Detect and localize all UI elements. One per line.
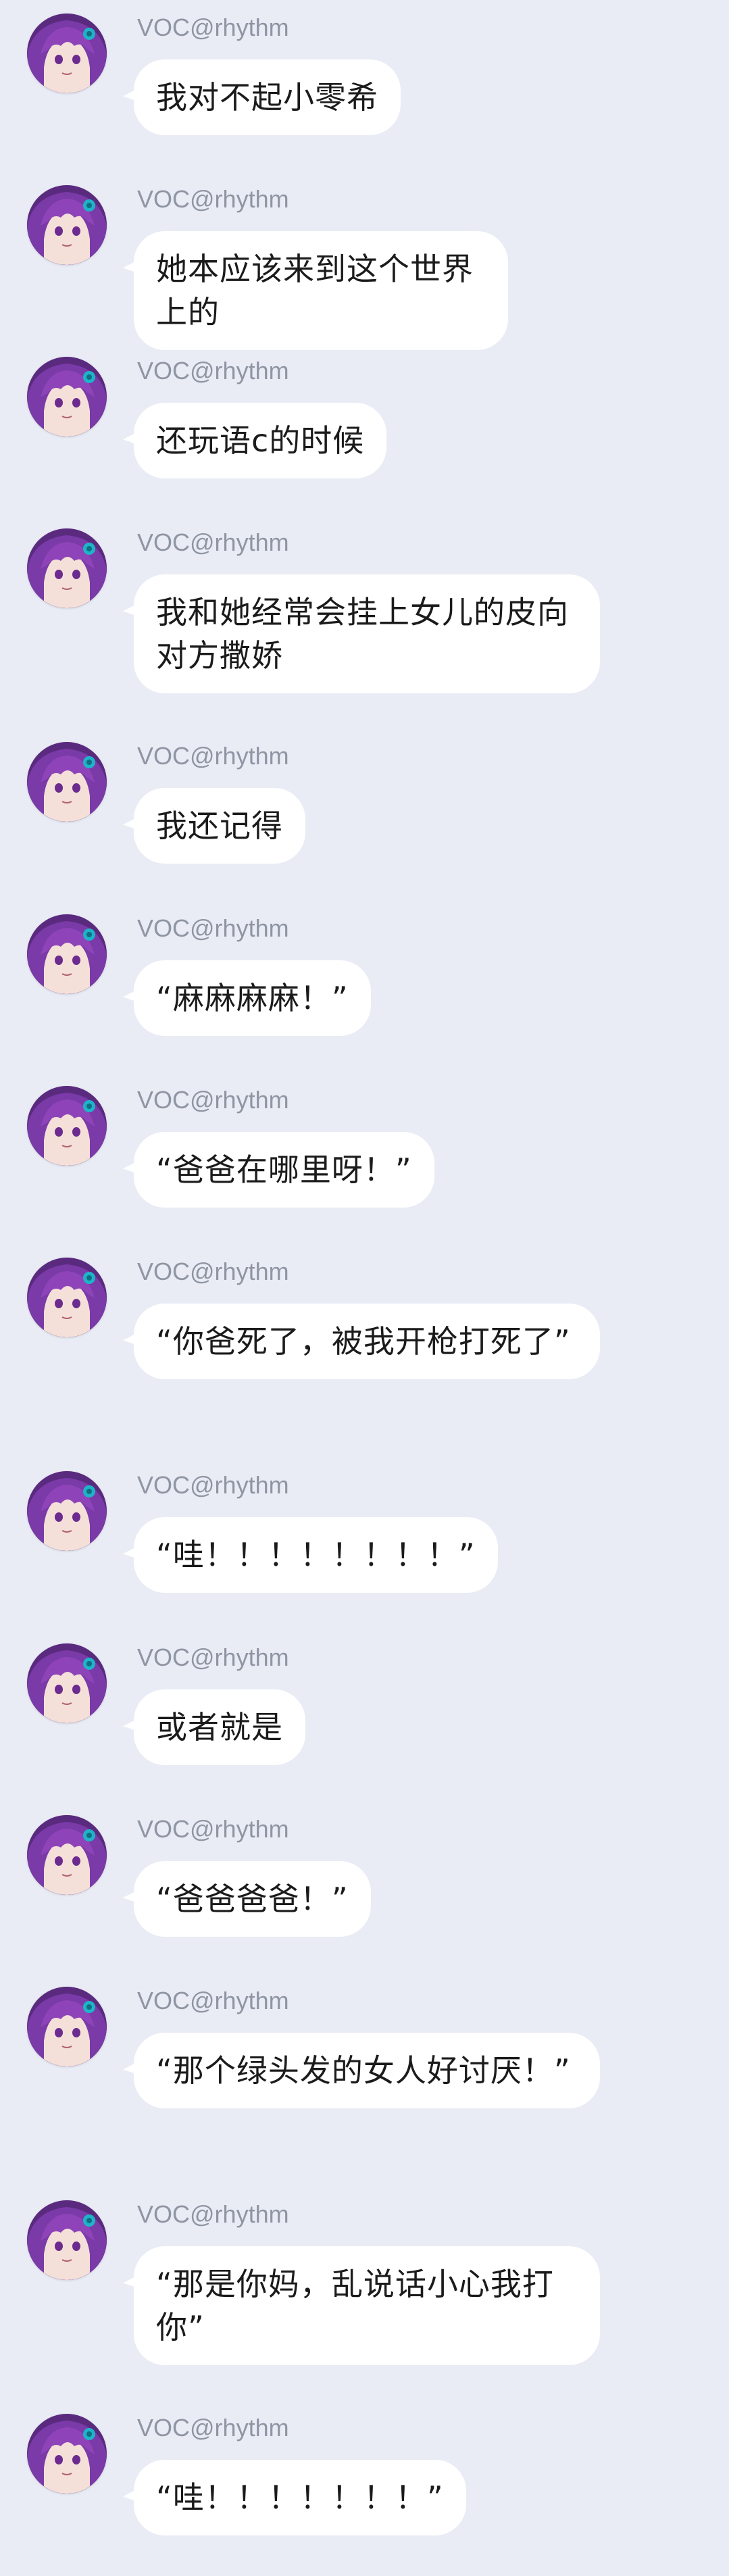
avatar-icon[interactable] (27, 2200, 107, 2280)
message-bubble[interactable]: 还玩语c的时候 (134, 403, 387, 478)
sender-name: VOC@rhythm (137, 528, 289, 556)
message-row: VOC@rhythm “爸爸在哪里呀！” (0, 1086, 729, 1248)
message-row: VOC@rhythm “麻麻麻麻！” (0, 914, 729, 1076)
sender-name: VOC@rhythm (137, 1815, 289, 1843)
message-bubble[interactable]: “那个绿头发的女人好讨厌！” (134, 2033, 600, 2108)
avatar-icon[interactable] (27, 2414, 107, 2494)
chat-message-list: VOC@rhythm 我对不起小零希 VOC@rhythm 她本应该来到这个世界上的 (0, 0, 729, 2556)
message-bubble[interactable]: 我还记得 (134, 788, 305, 864)
message-bubble[interactable]: 我和她经常会挂上女儿的皮向对方撒娇 (134, 574, 600, 693)
message-row: VOC@rhythm “你爸死了，被我开枪打死了” (0, 1258, 729, 1460)
avatar-icon[interactable] (27, 14, 107, 93)
avatar-icon[interactable] (27, 1471, 107, 1551)
avatar-icon[interactable] (27, 742, 107, 822)
sender-name: VOC@rhythm (137, 2414, 289, 2442)
sender-name: VOC@rhythm (137, 1086, 289, 1114)
sender-name: VOC@rhythm (137, 357, 289, 385)
avatar-icon[interactable] (27, 528, 107, 608)
message-row: VOC@rhythm 我还记得 (0, 742, 729, 904)
message-bubble[interactable]: “那是你妈，乱说话小心我打你” (134, 2246, 600, 2365)
message-bubble[interactable]: “哇！！！！！！！” (134, 2460, 466, 2535)
avatar-icon[interactable] (27, 1643, 107, 1723)
message-bubble[interactable]: “哇！！！！！！！！” (134, 1517, 498, 1593)
message-row: VOC@rhythm 她本应该来到这个世界上的 (0, 185, 729, 350)
message-row: VOC@rhythm 我对不起小零希 (0, 14, 729, 176)
avatar-icon[interactable] (27, 357, 107, 437)
message-bubble[interactable]: 或者就是 (134, 1689, 305, 1765)
message-row: VOC@rhythm 或者就是 (0, 1643, 729, 1806)
sender-name: VOC@rhythm (137, 742, 289, 770)
avatar-icon[interactable] (27, 1086, 107, 1166)
message-row: VOC@rhythm 我和她经常会挂上女儿的皮向对方撒娇 (0, 528, 729, 731)
sender-name: VOC@rhythm (137, 1258, 289, 1285)
sender-name: VOC@rhythm (137, 1643, 289, 1671)
message-row: VOC@rhythm 还玩语c的时候 (0, 357, 729, 519)
sender-name: VOC@rhythm (137, 1987, 289, 2014)
sender-name: VOC@rhythm (137, 2200, 289, 2228)
message-bubble[interactable]: “麻麻麻麻！” (134, 960, 371, 1036)
message-bubble[interactable]: 她本应该来到这个世界上的 (134, 231, 508, 350)
sender-name: VOC@rhythm (137, 185, 289, 213)
avatar-icon[interactable] (27, 1258, 107, 1337)
message-bubble[interactable]: “你爸死了，被我开枪打死了” (134, 1304, 600, 1379)
message-bubble[interactable]: “爸爸爸爸！” (134, 1861, 371, 1937)
message-row: VOC@rhythm “爸爸爸爸！” (0, 1815, 729, 1977)
message-row: VOC@rhythm “那个绿头发的女人好讨厌！” (0, 1987, 729, 2189)
avatar-icon[interactable] (27, 1815, 107, 1895)
message-row: VOC@rhythm “哇！！！！！！！！” (0, 1471, 729, 1633)
message-row: VOC@rhythm “那是你妈，乱说话小心我打你” (0, 2200, 729, 2403)
avatar-icon[interactable] (27, 185, 107, 265)
sender-name: VOC@rhythm (137, 14, 289, 41)
sender-name: VOC@rhythm (137, 1471, 289, 1499)
message-bubble[interactable]: “爸爸在哪里呀！” (134, 1132, 434, 1208)
sender-name: VOC@rhythm (137, 914, 289, 942)
avatar-icon[interactable] (27, 1987, 107, 2066)
avatar-icon[interactable] (27, 914, 107, 994)
message-bubble[interactable]: 我对不起小零希 (134, 59, 401, 135)
message-row: VOC@rhythm “哇！！！！！！！” (0, 2414, 729, 2576)
